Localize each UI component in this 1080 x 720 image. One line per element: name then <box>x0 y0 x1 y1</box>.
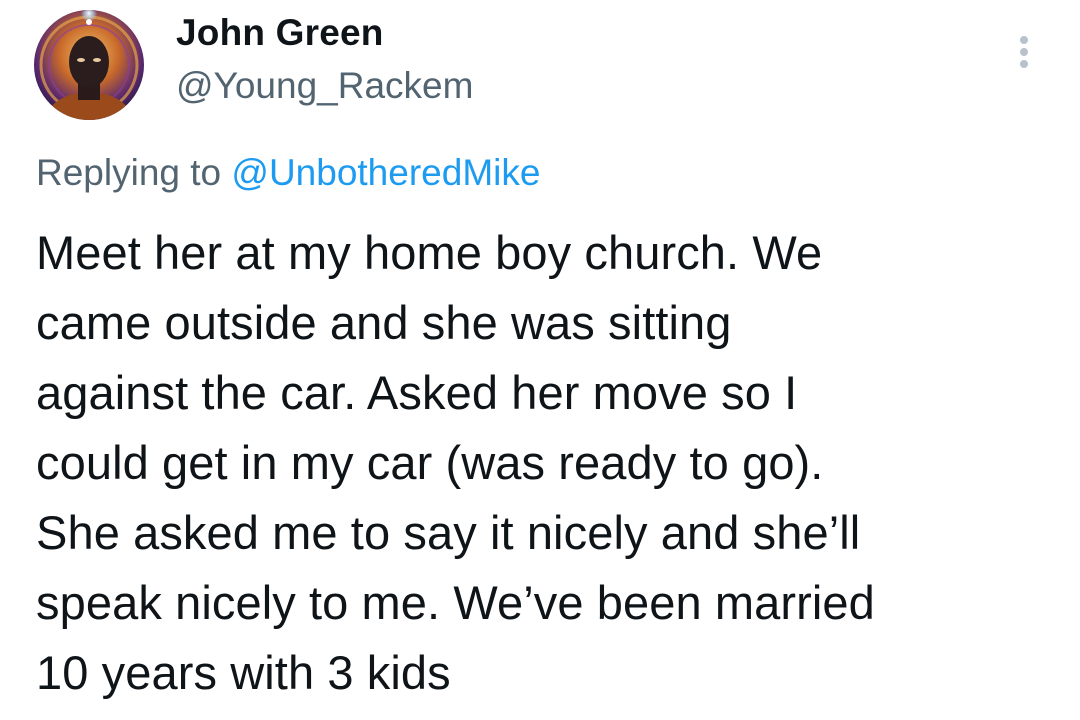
more-dot <box>1020 60 1028 68</box>
tweet-text-line: could get in my car (was ready to go). <box>36 436 824 489</box>
author-handle[interactable]: @Young_Rackem <box>176 64 473 108</box>
tweet-text-line: speak nicely to me. We’ve been married <box>36 576 875 629</box>
more-dot <box>1020 36 1028 44</box>
replying-to-label: Replying to <box>36 152 222 193</box>
tweet-text-line: against the car. Asked her move so I <box>36 366 798 419</box>
author-display-name[interactable]: John Green <box>176 11 384 55</box>
more-dot <box>1020 48 1028 56</box>
tweet-text: Meet her at my home boy church. We came … <box>36 218 1046 708</box>
replying-to: Replying to @UnbotheredMike <box>36 150 540 196</box>
more-vertical-icon[interactable] <box>1012 30 1036 74</box>
tweet-text-line: came outside and she was sitting <box>36 296 732 349</box>
tweet-text-line: She asked me to say it nicely and she’ll <box>36 506 861 559</box>
reply-mention-link[interactable]: @UnbotheredMike <box>231 152 540 193</box>
tweet-text-line: 10 years with 3 kids <box>36 646 451 699</box>
tweet-text-line: Meet her at my home boy church. We <box>36 226 823 279</box>
tweet: John Green @Young_Rackem Replying to @Un… <box>0 0 1080 720</box>
avatar-image <box>34 10 144 120</box>
avatar[interactable] <box>34 10 144 120</box>
